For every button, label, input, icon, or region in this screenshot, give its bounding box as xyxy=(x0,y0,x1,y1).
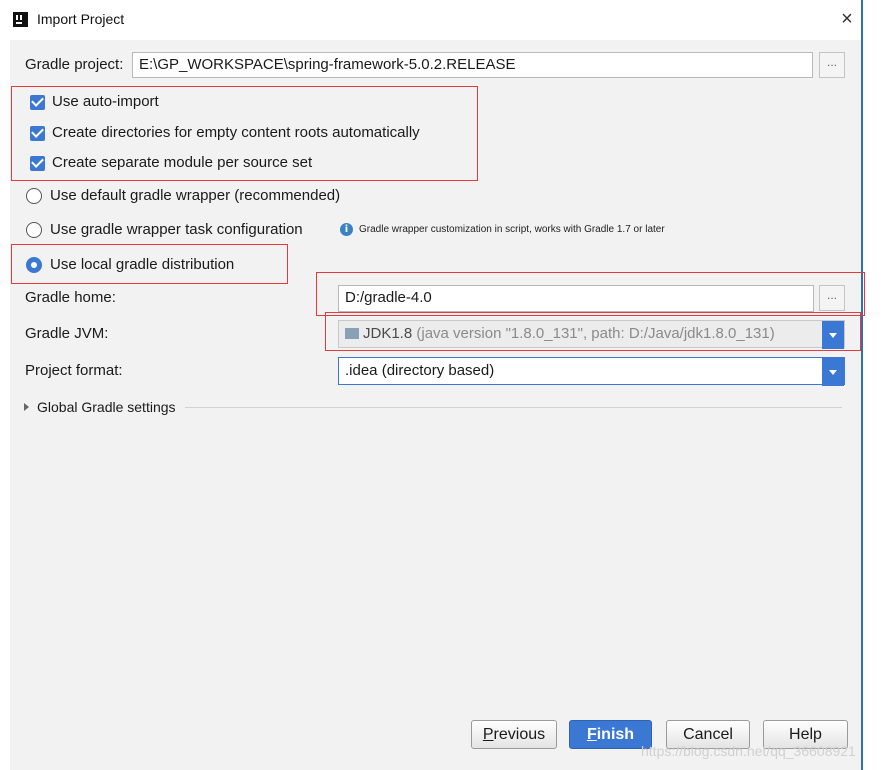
info-icon: i xyxy=(340,223,353,236)
radio-label: Use gradle wrapper task configuration xyxy=(50,221,303,238)
chevron-down-icon[interactable] xyxy=(822,321,844,349)
gradle-jvm-dropdown[interactable]: JDK1.8 (java version "1.8.0_131", path: … xyxy=(338,320,845,349)
finish-button[interactable]: Finish xyxy=(569,720,652,749)
expand-triangle-icon xyxy=(24,403,29,411)
project-format-label: Project format: xyxy=(25,362,123,379)
chevron-down-icon[interactable] xyxy=(822,358,844,386)
radio-unselected-icon xyxy=(26,222,42,238)
radio-unselected-icon xyxy=(26,188,42,204)
gradle-project-label: Gradle project: xyxy=(25,56,124,73)
checkbox-label: Use auto-import xyxy=(52,93,159,110)
checkbox-checked-icon xyxy=(30,155,45,171)
jvm-detail: (java version "1.8.0_131", path: D:/Java… xyxy=(412,325,775,342)
intellij-app-icon xyxy=(13,12,28,27)
gradle-home-field[interactable]: D:/gradle-4.0 xyxy=(338,285,814,312)
gradle-home-label: Gradle home: xyxy=(25,289,116,306)
radio-selected-icon xyxy=(26,257,42,273)
window-edge xyxy=(861,0,863,770)
close-button[interactable]: × xyxy=(836,7,858,31)
global-settings-label: Global Gradle settings xyxy=(37,399,176,415)
gradle-project-field[interactable]: E:\GP_WORKSPACE\spring-framework-5.0.2.R… xyxy=(132,52,813,78)
title-bar: Import Project × xyxy=(0,0,862,40)
jvm-name: JDK1.8 xyxy=(363,325,413,342)
project-format-value: .idea (directory based) xyxy=(345,362,495,379)
window-title: Import Project xyxy=(37,11,125,27)
project-format-dropdown[interactable]: .idea (directory based) xyxy=(338,357,845,386)
previous-button[interactable]: Previous xyxy=(471,720,557,749)
gradle-project-browse-button[interactable]: ... xyxy=(819,52,845,78)
watermark: https://blog.csdn.net/qq_36608921 xyxy=(641,743,856,759)
checkbox-label: Create directories for empty content roo… xyxy=(52,124,420,141)
checkbox-label: Create separate module per source set xyxy=(52,154,313,171)
gradle-jvm-label: Gradle JVM: xyxy=(25,325,109,342)
radio-label: Use local gradle distribution xyxy=(50,256,235,273)
divider xyxy=(185,407,842,408)
jdk-folder-icon xyxy=(345,328,359,339)
gradle-jvm-value: JDK1.8 (java version "1.8.0_131", path: … xyxy=(339,321,822,347)
wrapper-info-text: Gradle wrapper customization in script, … xyxy=(359,224,665,235)
checkbox-checked-icon xyxy=(30,94,45,110)
checkbox-checked-icon xyxy=(30,125,45,141)
radio-label: Use default gradle wrapper (recommended) xyxy=(50,187,341,204)
gradle-home-browse-button[interactable]: ... xyxy=(819,285,845,311)
